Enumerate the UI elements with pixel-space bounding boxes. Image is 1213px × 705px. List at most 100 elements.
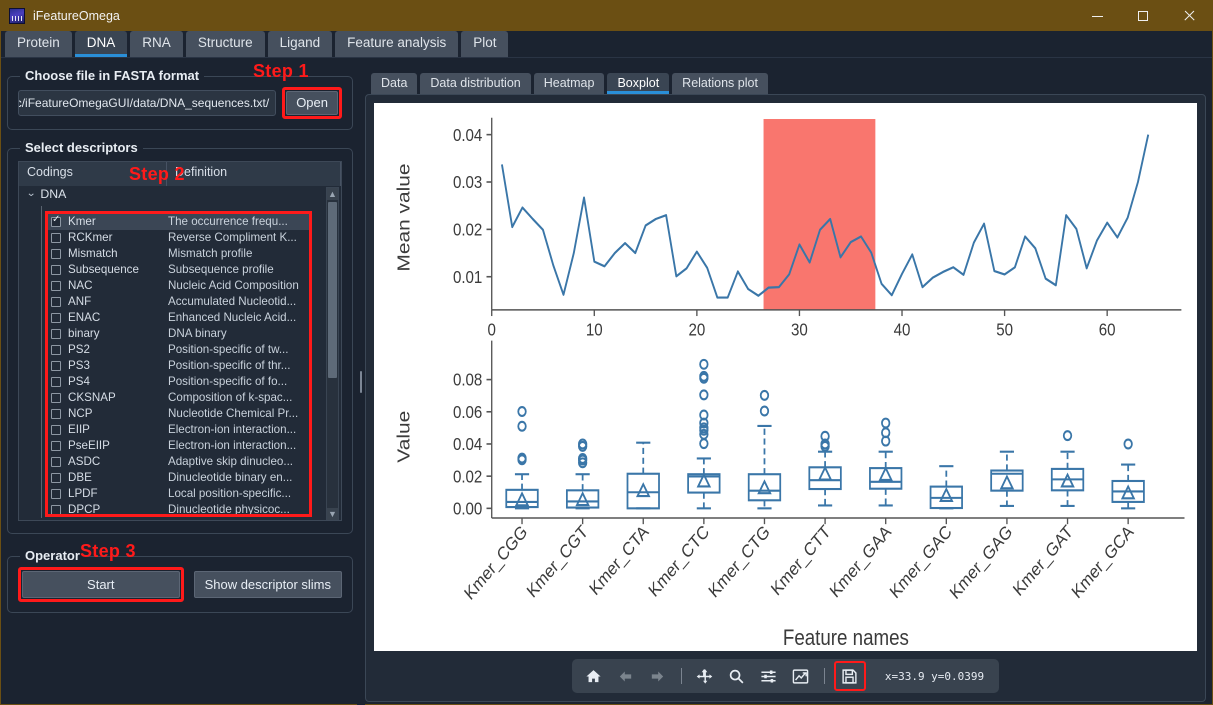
tab-plot[interactable]: Plot	[461, 31, 509, 57]
select-descriptors-group: Select descriptors Codings Definition St…	[7, 139, 353, 534]
descriptor-row[interactable]: DPCP Dinucleotide physicoc...	[48, 502, 309, 514]
descriptor-checkbox[interactable]	[51, 296, 61, 307]
tab-dna[interactable]: DNA	[74, 31, 128, 57]
descriptor-checkbox[interactable]	[51, 232, 61, 243]
configure-subplots-icon[interactable]	[755, 663, 783, 689]
descriptor-tree[interactable]: Codings Definition Step 2 ⌄ DNA KmerThe …	[18, 160, 342, 521]
descriptor-row[interactable]: PS3 Position-specific of thr...	[48, 358, 309, 374]
application-window: iFeatureOmega Protein DNA RNA Structure …	[0, 0, 1213, 705]
open-button[interactable]: Open	[286, 91, 338, 115]
fasta-group-title: Choose file in FASTA format	[20, 68, 205, 83]
tab-feature-analysis[interactable]: Feature analysis	[335, 31, 459, 57]
boxplot-box	[1050, 430, 1085, 507]
descriptor-checkbox[interactable]	[51, 376, 61, 387]
maximize-button[interactable]	[1120, 1, 1166, 31]
matplotlib-canvas[interactable]: 0.01 0.02 0.03 0.04 0 10 20 30 40 50 60 Mean value 0…	[374, 103, 1197, 651]
descriptor-definition: Position-specific of fo...	[168, 375, 288, 389]
descriptor-row[interactable]: Mismatch Mismatch profile	[48, 246, 309, 262]
tab-structure[interactable]: Structure	[185, 31, 265, 57]
show-descriptor-slims-button[interactable]: Show descriptor slims	[193, 570, 342, 598]
descriptor-row[interactable]: CKSNAP Composition of k-spac...	[48, 390, 309, 406]
descriptor-checkbox[interactable]	[51, 214, 61, 227]
descriptor-checkbox[interactable]	[51, 488, 61, 499]
left-control-panel: Choose file in FASTA format Step 1 /PI/s…	[1, 58, 357, 705]
tab-boxplot[interactable]: Boxplot	[607, 73, 670, 94]
zoom-magnifier-icon[interactable]	[723, 663, 751, 689]
svg-text:Mean value: Mean value	[394, 163, 414, 271]
boxplot-category-label: Kmer_CGT	[523, 521, 591, 602]
pan-move-icon[interactable]	[691, 663, 719, 689]
tab-heatmap[interactable]: Heatmap	[533, 73, 605, 94]
fasta-path-input[interactable]: /PI/src/iFeatureOmegaGUI/data/DNA_sequen…	[18, 89, 277, 116]
tree-body: ⌄ DNA KmerThe occurrence frequ...RCKmerR…	[19, 186, 341, 520]
scrollbar-thumb[interactable]	[328, 201, 337, 378]
start-button[interactable]: Start	[22, 570, 180, 598]
boxplot-box	[565, 438, 600, 510]
tab-data[interactable]: Data	[371, 73, 418, 94]
descriptor-row[interactable]: binary DNA binary	[48, 326, 309, 342]
descriptor-row[interactable]: DBE Dinucleotide binary en...	[48, 470, 309, 486]
descriptor-definition: Nucleic Acid Composition	[168, 279, 299, 293]
descriptor-row[interactable]: Subsequence Subsequence profile	[48, 262, 309, 278]
tree-root-dna[interactable]: ⌄ DNA	[19, 186, 341, 202]
descriptor-row[interactable]: EIIP Electron-ion interaction...	[48, 422, 309, 438]
tab-protein[interactable]: Protein	[5, 31, 72, 57]
descriptor-row[interactable]: ANF Accumulated Nucleotid...	[48, 294, 309, 310]
chevron-down-icon: ⌄	[26, 188, 37, 200]
column-header-definition[interactable]: Definition	[167, 161, 341, 186]
descriptor-row[interactable]: PS4 Position-specific of fo...	[48, 374, 309, 390]
right-plot-panel: Data Data distribution Heatmap Boxplot R…	[365, 58, 1212, 705]
descriptor-row[interactable]: RCKmer Reverse Compliment K...	[48, 230, 309, 246]
minimize-icon	[1091, 15, 1103, 17]
descriptor-row[interactable]: PS2 Position-specific of tw...	[48, 342, 309, 358]
tree-scrollbar[interactable]: ▲ ▼	[326, 186, 339, 520]
tab-ligand[interactable]: Ligand	[267, 31, 333, 57]
edit-axis-curve-icon[interactable]	[787, 663, 815, 689]
descriptor-checkbox[interactable]	[51, 248, 61, 259]
descriptor-row[interactable]: NCP Nucleotide Chemical Pr...	[48, 406, 309, 422]
scroll-down-icon[interactable]: ▼	[327, 507, 338, 520]
descriptor-row[interactable]: ASDC Adaptive skip dinucleo...	[48, 454, 309, 470]
svg-text:Value: Value	[394, 411, 414, 463]
descriptor-checkbox[interactable]	[51, 440, 61, 451]
boxplot-box	[1111, 438, 1145, 510]
descriptor-checkbox[interactable]	[51, 280, 61, 291]
svg-text:0.02: 0.02	[453, 219, 482, 240]
descriptor-checkbox[interactable]	[51, 312, 61, 323]
svg-text:0.04: 0.04	[453, 434, 482, 455]
descriptor-checkbox[interactable]	[51, 456, 61, 467]
descriptor-checkbox[interactable]	[51, 392, 61, 403]
descriptor-name: PseEIIP	[68, 439, 110, 453]
descriptor-rows-highlight: Kmer The occurrence frequ... RCKmer Reverse…	[45, 210, 312, 517]
descriptor-row[interactable]: Kmer The occurrence frequ...	[48, 213, 309, 230]
descriptor-checkbox[interactable]	[51, 472, 61, 483]
descriptor-checkbox[interactable]	[51, 424, 61, 435]
home-icon[interactable]	[580, 663, 608, 689]
plot-tab-bar: Data Data distribution Heatmap Boxplot R…	[365, 64, 1206, 94]
tab-relations-plot[interactable]: Relations plot	[672, 73, 768, 94]
tab-data-distribution[interactable]: Data distribution	[420, 73, 531, 94]
descriptor-row[interactable]: LPDF Local position-specific...	[48, 486, 309, 502]
descriptor-checkbox[interactable]	[51, 360, 61, 371]
main-tab-bar: Protein DNA RNA Structure Ligand Feature…	[1, 31, 1212, 58]
maximize-icon	[1138, 11, 1148, 21]
descriptor-checkbox[interactable]	[51, 408, 61, 419]
descriptor-checkbox[interactable]	[51, 504, 61, 514]
close-button[interactable]	[1166, 1, 1212, 31]
descriptor-checkbox[interactable]	[51, 328, 61, 339]
descriptor-definition: Composition of k-spac...	[168, 391, 293, 405]
save-floppy-icon[interactable]	[836, 663, 864, 689]
minimize-button[interactable]	[1074, 1, 1120, 31]
back-arrow-icon[interactable]	[612, 663, 640, 689]
panel-splitter[interactable]	[357, 58, 365, 705]
descriptor-definition: Enhanced Nucleic Acid...	[168, 311, 297, 325]
descriptor-row[interactable]: NAC Nucleic Acid Composition	[48, 278, 309, 294]
descriptor-name: DBE	[68, 471, 92, 485]
forward-arrow-icon[interactable]	[644, 663, 672, 689]
descriptor-row[interactable]: ENAC Enhanced Nucleic Acid...	[48, 310, 309, 326]
tab-rna[interactable]: RNA	[130, 31, 183, 57]
scroll-up-icon[interactable]: ▲	[327, 187, 338, 200]
descriptor-checkbox[interactable]	[51, 344, 61, 355]
descriptor-row[interactable]: PseEIIP Electron-ion interaction...	[48, 438, 309, 454]
descriptor-checkbox[interactable]	[51, 264, 61, 275]
